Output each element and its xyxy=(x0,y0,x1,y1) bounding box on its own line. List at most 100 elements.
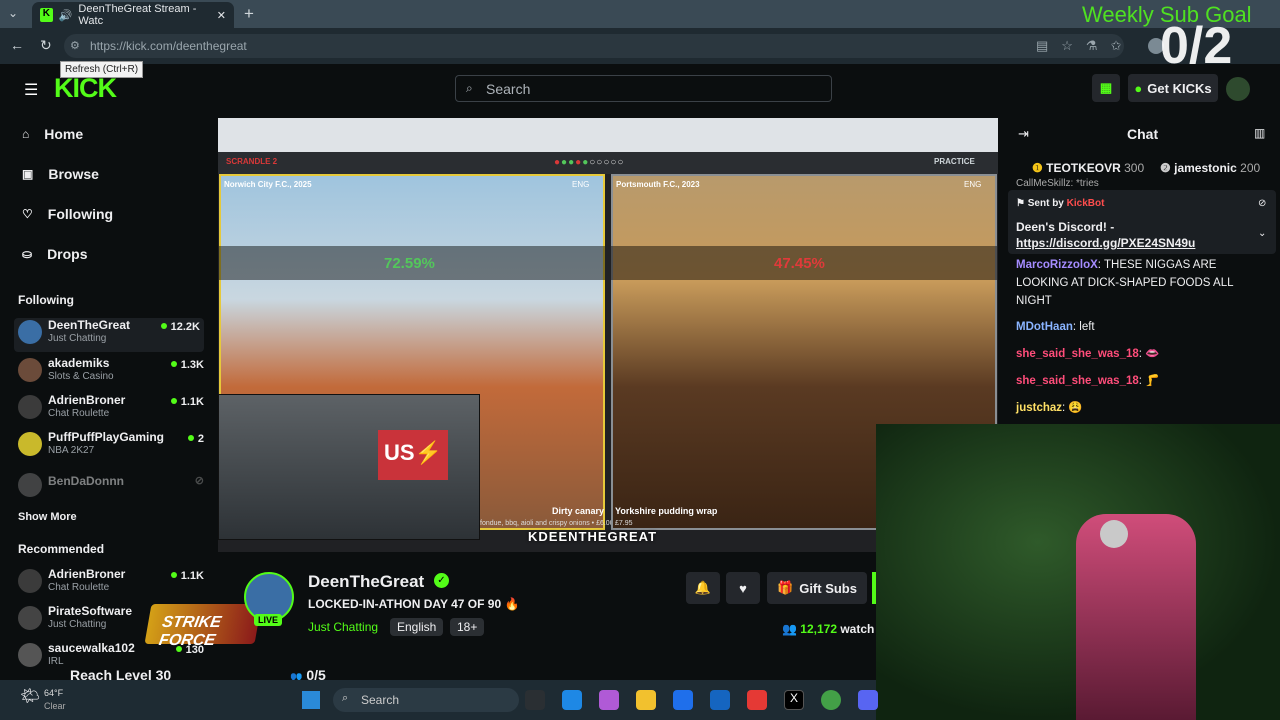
avatar xyxy=(18,643,42,667)
weather-condition: Clear xyxy=(44,701,66,711)
youtube-icon[interactable] xyxy=(747,690,767,710)
chat-panel: ⇥ Chat ▥ ❶ TEOTKEOVR 300 ❷ jamestonic 20… xyxy=(1006,114,1280,424)
channel-category: IRL xyxy=(48,656,64,667)
viewer-count: 2 xyxy=(187,433,204,445)
channel-category: Just Chatting xyxy=(48,333,107,344)
chair-logo xyxy=(1100,520,1128,548)
back-icon[interactable]: ← xyxy=(10,37,24,53)
new-tab-icon[interactable]: + xyxy=(244,4,254,24)
language-tag[interactable]: English xyxy=(390,618,444,636)
avatar xyxy=(18,606,42,630)
weather-icon[interactable]: 🌤 xyxy=(20,686,40,706)
follow-heart-button[interactable]: ♥ xyxy=(726,572,760,604)
pinned-sender: ⚑ Sent by KickBot xyxy=(1016,198,1105,209)
chrome-icon[interactable] xyxy=(821,690,841,710)
right-dish-price: £7.95 xyxy=(615,520,633,527)
discord-icon[interactable] xyxy=(858,690,878,710)
address-bar[interactable]: https://kick.com/deenthegreat xyxy=(64,34,1124,58)
expand-icon[interactable]: ⌄ xyxy=(1258,228,1266,239)
user-avatar[interactable] xyxy=(1226,77,1250,101)
menu-icon[interactable]: ☰ xyxy=(24,80,38,100)
following-item-akademiks[interactable]: akademiks Slots & Casino 1.3K xyxy=(18,356,208,390)
search-icon: ⌕ xyxy=(466,81,473,95)
following-item-puffpuff[interactable]: PuffPuffPlayGaming NBA 2K27 2 xyxy=(18,430,208,464)
nav-home[interactable]: ⌂ Home xyxy=(22,126,83,142)
file-explorer-icon[interactable] xyxy=(636,690,656,710)
browse-icon: ▣ xyxy=(22,167,34,181)
viewer-count: 1.1K xyxy=(170,396,204,408)
fire-icon: 🔥 xyxy=(504,597,520,611)
viewer-count: 12.2K xyxy=(160,321,200,333)
task-view-icon[interactable] xyxy=(525,690,545,710)
left-dish-desc: fondue, bbq, aioli and crispy onions • £… xyxy=(480,520,614,527)
get-kicks-button[interactable]: ● Get KICKs xyxy=(1128,74,1218,102)
chat-message: justchaz: 😩 xyxy=(1016,402,1083,414)
notification-bell-button[interactable]: 🔔 xyxy=(686,572,720,604)
following-item-deenthegreat[interactable]: DeenTheGreat Just Chatting 12.2K xyxy=(14,318,204,352)
pinned-link[interactable]: https://discord.gg/PXE24SN49u xyxy=(1016,236,1195,250)
speaker-icon: 🔊 xyxy=(58,9,73,22)
start-icon[interactable] xyxy=(302,691,320,709)
browser-tab[interactable]: K 🔊 DeenTheGreat Stream - Watc ✕ xyxy=(32,2,234,28)
show-more-link[interactable]: Show More xyxy=(18,511,77,523)
crown-icon: ❶ xyxy=(1032,161,1043,175)
facecam-banner: US⚡ xyxy=(378,430,448,480)
sponsor-logo: STRIKE FORCE xyxy=(144,604,262,649)
avatar xyxy=(18,473,42,497)
viewer-count: 👥 12,172 watch xyxy=(782,622,875,636)
chat-settings-icon[interactable]: ▥ xyxy=(1254,126,1265,140)
rewards-icon[interactable]: ▦ xyxy=(1092,74,1120,102)
channel-name: PirateSoftware xyxy=(48,604,133,618)
search-input[interactable]: Search xyxy=(455,75,832,102)
tab-menu-icon[interactable]: ⌄ xyxy=(8,6,26,22)
site-info-icon[interactable]: ⚙ xyxy=(70,39,80,52)
outlook-icon[interactable] xyxy=(710,690,730,710)
offline-icon: ⊘ xyxy=(194,475,204,487)
channel-category: Chat Roulette xyxy=(48,582,110,593)
emote-icon: 🦵 xyxy=(1145,375,1160,387)
browser-extension-icons[interactable]: ▤☆⚗✩ xyxy=(1036,38,1134,54)
channel-name: DeenTheGreat xyxy=(48,318,131,332)
pinned-message[interactable]: ⚑ Sent by KickBot ⊘ Deen's Discord! - ht… xyxy=(1008,190,1276,254)
unpin-icon[interactable]: ⊘ xyxy=(1258,198,1266,209)
chat-title: Chat xyxy=(1127,126,1159,142)
tab-close-icon[interactable]: ✕ xyxy=(217,9,226,22)
following-item-adrienbroner[interactable]: AdrienBroner Chat Roulette 1.1K xyxy=(18,393,208,427)
following-item-bendadonnn[interactable]: BenDaDonnn ⊘ xyxy=(18,471,208,505)
top-gifter-1: ❶ TEOTKEOVR 300 xyxy=(1032,161,1145,175)
age-tag[interactable]: 18+ xyxy=(450,618,485,636)
stream-title: LOCKED-IN-ATHON DAY 47 OF 90 🔥 xyxy=(308,597,520,611)
refresh-icon[interactable]: ↻ xyxy=(40,37,52,54)
nav-following[interactable]: ♡ Following xyxy=(22,206,113,222)
gift-icon: ⛀ xyxy=(22,247,33,261)
channel-category: Chat Roulette xyxy=(48,408,110,419)
round-progress: ●●●●●○○○○○ xyxy=(554,157,625,168)
right-pct: 47.45% xyxy=(774,255,825,272)
nav-drops[interactable]: ⛀ Drops xyxy=(22,246,88,262)
taskbar-search[interactable]: Search xyxy=(333,688,519,712)
nav-browse[interactable]: ▣ Browse xyxy=(22,166,99,182)
store-icon[interactable] xyxy=(673,690,693,710)
practice-label: PRACTICE xyxy=(934,157,975,166)
channel-category: Just Chatting xyxy=(48,619,107,630)
channel-watermark: KDEENTHEGREAT xyxy=(528,529,658,544)
channel-title[interactable]: DeenTheGreat xyxy=(308,572,424,592)
edge-icon[interactable] xyxy=(562,690,582,710)
x-icon[interactable]: X xyxy=(784,690,804,710)
avatar xyxy=(18,569,42,593)
heart-icon: ♥ xyxy=(739,580,747,596)
avatar xyxy=(18,395,42,419)
avatar xyxy=(18,358,42,382)
right-club-label: Portsmouth F.C., 2023 xyxy=(616,180,700,189)
stream-category[interactable]: Just Chatting xyxy=(308,620,378,634)
channel-name: AdrienBroner xyxy=(48,393,126,407)
gift-subs-button[interactable]: 🎁 Gift Subs xyxy=(767,572,867,604)
copilot-icon[interactable] xyxy=(599,690,619,710)
viewer-count: 1.3K xyxy=(170,359,204,371)
avatar xyxy=(18,320,42,344)
left-club-label: Norwich City F.C., 2025 xyxy=(224,180,312,189)
gaming-chair xyxy=(1076,514,1196,720)
chat-message: she_said_she_was_18: 🦵 xyxy=(1016,375,1160,387)
recommended-item-adrienbroner[interactable]: AdrienBroner Chat Roulette 1.1K xyxy=(18,567,208,601)
collapse-chat-icon[interactable]: ⇥ xyxy=(1018,126,1029,142)
